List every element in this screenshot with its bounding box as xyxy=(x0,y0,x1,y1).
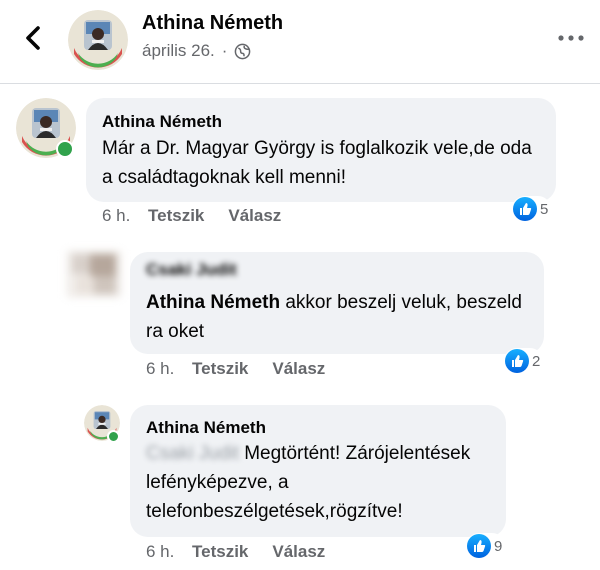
like-button[interactable]: Tetszik xyxy=(192,542,248,562)
comment-bubble[interactable]: Athina Németh Már a Dr. Magyar György is… xyxy=(86,98,556,202)
comment-actions: 6 h. Tetszik Válasz xyxy=(102,206,305,226)
like-button[interactable]: Tetszik xyxy=(192,359,248,379)
reaction-count: 5 xyxy=(540,200,549,218)
online-status-dot xyxy=(107,430,120,443)
post-author-name[interactable]: Athina Németh xyxy=(142,12,283,35)
post-meta: április 26. · xyxy=(142,41,251,61)
reply-button[interactable]: Válasz xyxy=(272,542,325,562)
comment-text: Már a Dr. Magyar György is foglalkozik v… xyxy=(102,138,532,188)
like-reaction-icon xyxy=(513,197,537,221)
reply-author[interactable]: Athina Németh xyxy=(146,418,266,438)
reply-button[interactable]: Válasz xyxy=(272,359,325,379)
like-reaction-icon xyxy=(505,349,529,373)
online-status-dot xyxy=(56,140,74,158)
more-options-icon[interactable] xyxy=(556,30,586,46)
reply-actions: 6 h. Tetszik Válasz xyxy=(146,359,349,379)
reply-author[interactable]: Csaki Judit xyxy=(146,260,237,280)
reply-avatar[interactable] xyxy=(66,250,122,298)
reaction-summary[interactable]: 5 xyxy=(512,196,552,222)
reaction-count: 9 xyxy=(494,537,503,555)
like-button[interactable]: Tetszik xyxy=(148,206,204,226)
meta-separator: · xyxy=(221,41,228,60)
reaction-count: 2 xyxy=(532,352,541,370)
comment-author[interactable]: Athina Németh xyxy=(102,112,222,132)
reaction-summary[interactable]: 9 xyxy=(466,533,506,559)
globe-icon xyxy=(235,43,251,59)
post-date[interactable]: április 26. xyxy=(142,41,215,61)
comment-time[interactable]: 6 h. xyxy=(146,542,192,562)
reply-actions: 6 h. Tetszik Válasz xyxy=(146,542,349,562)
reply-bubble[interactable]: Athina Németh Csaki Judit Megtörtént! Zá… xyxy=(130,405,506,537)
reply-mention[interactable]: Csaki Judit xyxy=(146,443,239,464)
author-avatar[interactable] xyxy=(68,10,128,70)
reply-text: Csaki Judit Megtörtént! Zárójelentések l… xyxy=(146,439,496,526)
comment-time[interactable]: 6 h. xyxy=(146,359,192,379)
back-arrow-icon[interactable] xyxy=(20,24,48,52)
reply-mention[interactable]: Athina Németh xyxy=(146,292,280,313)
reply-text: Athina Németh akkor beszelj veluk, besze… xyxy=(146,288,536,346)
reply-bubble[interactable]: Csaki Judit Athina Németh akkor beszelj … xyxy=(130,252,544,354)
reply-button[interactable]: Válasz xyxy=(228,206,281,226)
reaction-summary[interactable]: 2 xyxy=(504,348,544,374)
like-reaction-icon xyxy=(467,534,491,558)
post-header: Athina Németh április 26. · xyxy=(0,0,600,84)
comment-time[interactable]: 6 h. xyxy=(102,206,148,226)
